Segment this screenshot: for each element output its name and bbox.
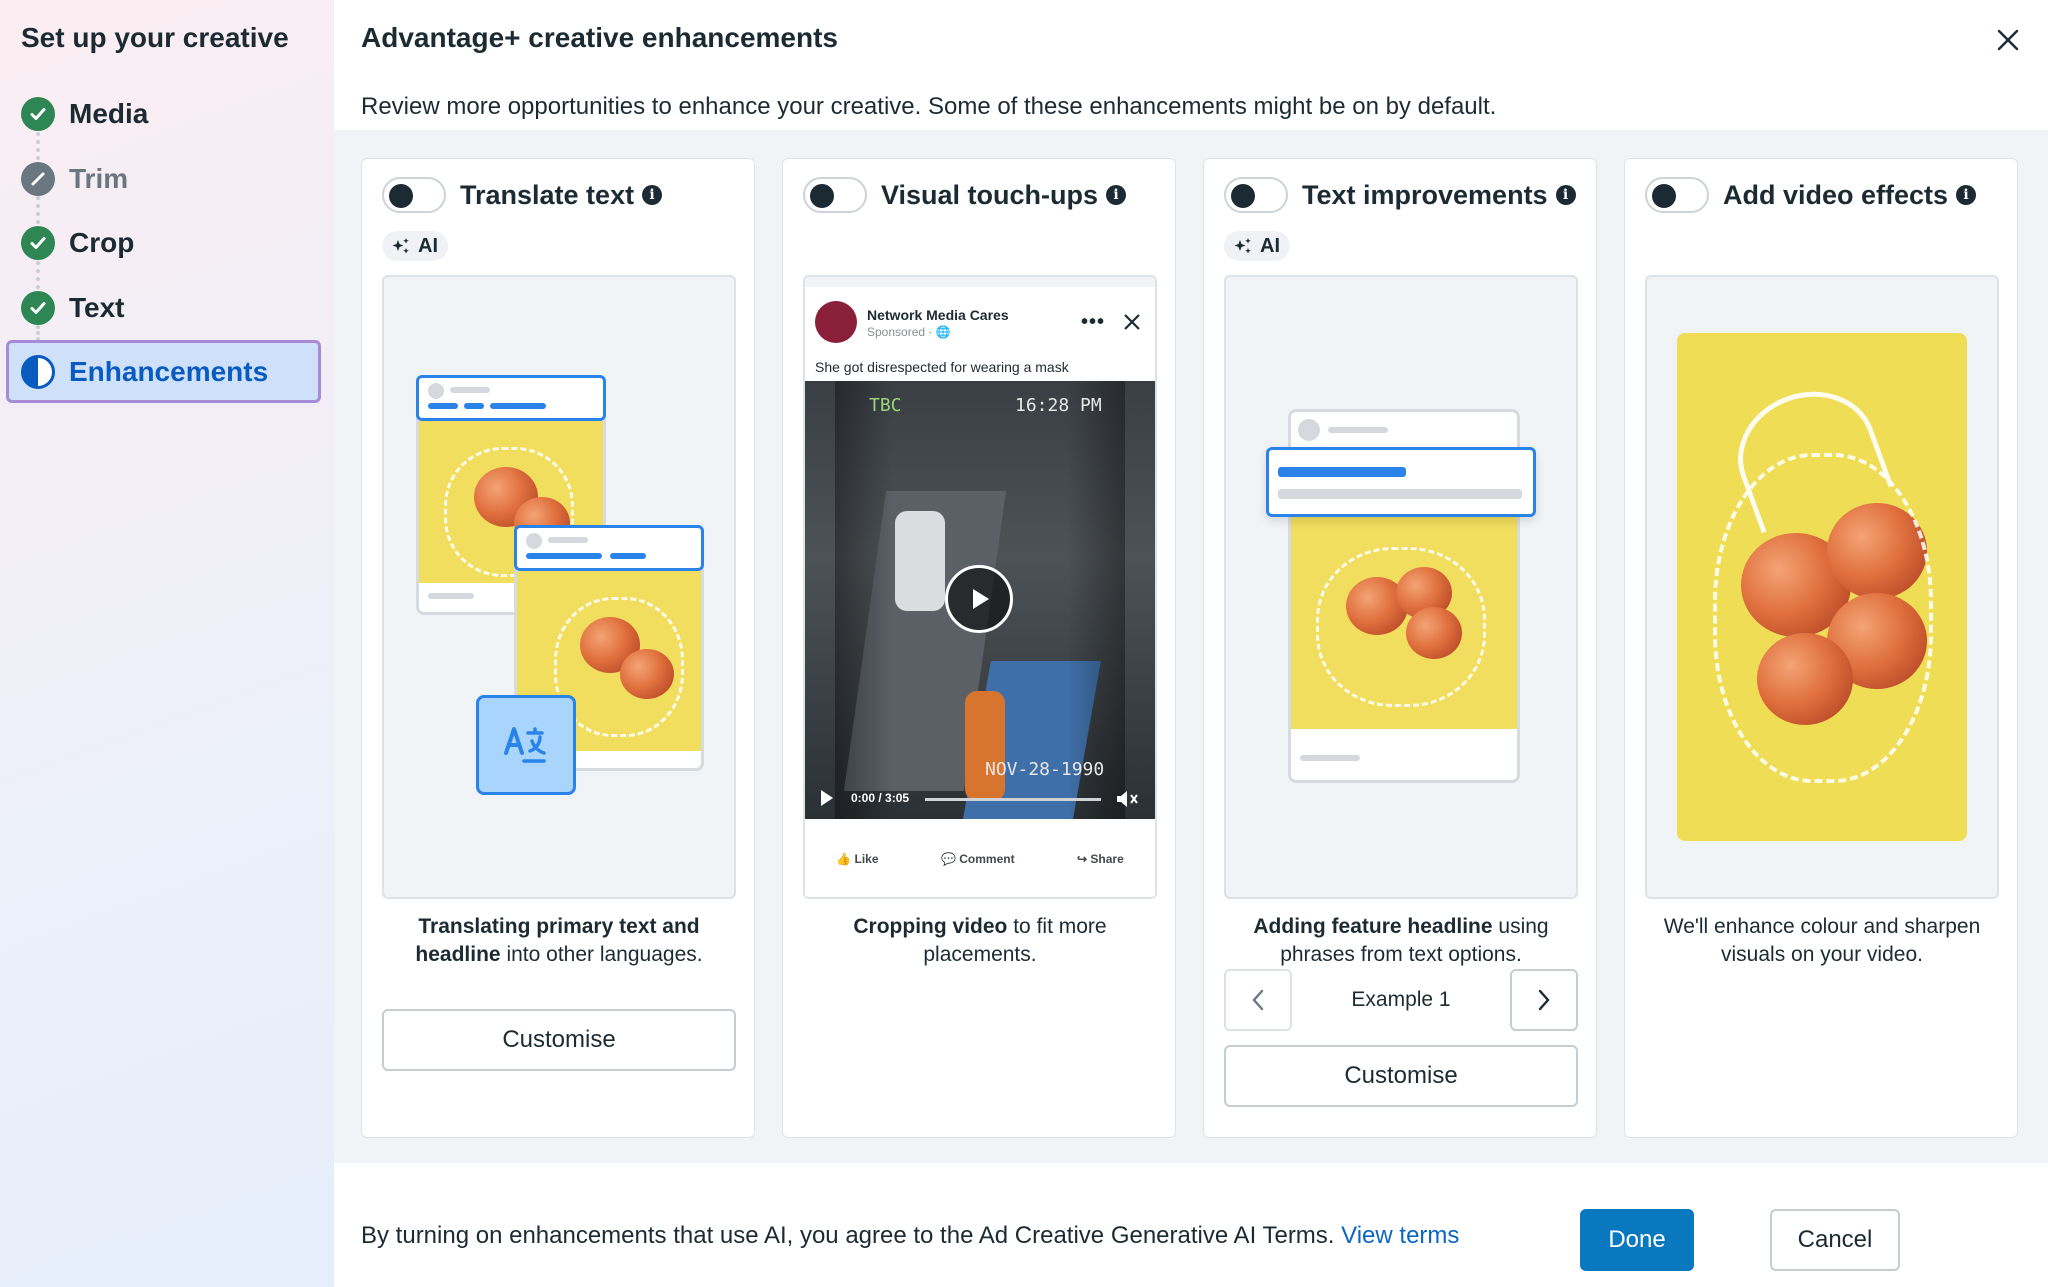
info-icon[interactable]: i: [642, 185, 663, 205]
step-connector: [36, 132, 40, 160]
sidebar-step-crop[interactable]: Crop: [21, 223, 134, 263]
step-connector: [36, 196, 40, 224]
text-improvement-illustration: [1224, 275, 1578, 899]
card-title: Text improvements: [1302, 179, 1548, 210]
card-add-video-effects: Add video effects i We'll enhance colour…: [1624, 158, 2018, 1138]
card-translate-text: Translate text i AI Translating primary …: [361, 158, 755, 1138]
video-effects-toggle[interactable]: [1645, 177, 1709, 213]
page-subtitle: Review more opportunities to enhance you…: [361, 93, 1497, 120]
sparkle-icon: [1234, 238, 1251, 254]
cancel-button[interactable]: Cancel: [1770, 1209, 1900, 1271]
main-panel: Advantage+ creative enhancements Review …: [334, 0, 2048, 1287]
card-title: Add video effects: [1723, 179, 1949, 210]
sidebar-step-label: Enhancements: [69, 356, 269, 387]
sidebar-step-trim[interactable]: Trim: [21, 159, 128, 199]
card-text-improvements: Text improvements i AI Adding feature he…: [1203, 158, 1597, 1138]
video-overlay-label: TBC: [869, 395, 902, 416]
checkmark-icon: [21, 97, 55, 131]
sidebar-step-label: Crop: [69, 227, 135, 258]
like-button[interactable]: 👍 Like: [836, 852, 878, 866]
sidebar-step-label: Media: [69, 98, 149, 129]
close-icon[interactable]: [1123, 313, 1141, 331]
checkmark-icon: [21, 226, 55, 260]
ad-actions: 👍 Like 💬 Comment ↪ Share: [805, 819, 1155, 897]
play-button[interactable]: [945, 565, 1013, 633]
previous-example-button[interactable]: [1224, 969, 1292, 1031]
example-label: Example 1: [1351, 988, 1451, 1011]
sidebar-step-media[interactable]: Media: [21, 94, 148, 134]
checkmark-icon: [21, 291, 55, 325]
page-name: Network Media Cares: [867, 307, 1009, 323]
more-icon[interactable]: •••: [1081, 311, 1105, 334]
translate-icon: [476, 695, 576, 795]
info-icon[interactable]: i: [1956, 185, 1977, 205]
chevron-right-icon: [1538, 989, 1550, 1011]
video-progress[interactable]: [925, 798, 1101, 801]
share-button[interactable]: ↪ Share: [1077, 852, 1124, 866]
step-connector: [36, 261, 40, 289]
example-pager: Example 1: [1224, 969, 1578, 1031]
next-example-button[interactable]: [1510, 969, 1578, 1031]
chevron-left-icon: [1252, 989, 1264, 1011]
text-improvements-toggle[interactable]: [1224, 177, 1288, 213]
ai-badge-label: AI: [1260, 234, 1280, 257]
enhancement-cards: Translate text i AI Translating primary …: [334, 130, 2048, 1163]
card-description: Cropping video to fit more placements.: [853, 915, 1107, 966]
translate-illustration: [382, 275, 736, 899]
ad-caption: She got disrespected for wearing a mask: [815, 359, 1069, 375]
ai-badge: AI: [1224, 231, 1290, 261]
comment-button[interactable]: 💬 Comment: [941, 852, 1015, 866]
card-title: Visual touch-ups: [881, 179, 1099, 210]
sidebar-title: Set up your creative: [21, 22, 289, 53]
customise-button[interactable]: Customise: [1224, 1045, 1578, 1107]
avatar: [815, 301, 857, 343]
play-icon: [973, 589, 989, 609]
mute-icon[interactable]: [1115, 789, 1139, 809]
video-time: 0:00 / 3:05: [851, 791, 910, 805]
sidebar-step-label: Text: [69, 292, 125, 323]
sparkle-icon: [392, 238, 409, 254]
card-visual-touch-ups: Visual touch-ups i Network Media Cares S…: [782, 158, 1176, 1138]
done-button[interactable]: Done: [1580, 1209, 1694, 1271]
card-title: Translate text: [460, 179, 635, 210]
video-overlay-date: NOV-28-1990: [985, 759, 1105, 780]
ai-badge: AI: [382, 231, 448, 261]
video-player[interactable]: TBC 16:28 PM NOV-28-1990 0:00 / 3:05: [805, 381, 1155, 841]
info-icon[interactable]: i: [1106, 185, 1127, 205]
ad-preview: Network Media Cares Sponsored · 🌐 ••• Sh…: [803, 275, 1157, 899]
play-small-icon[interactable]: [819, 789, 835, 807]
ad-header: Network Media Cares Sponsored · 🌐 ••• Sh…: [805, 287, 1155, 391]
visual-touch-ups-toggle[interactable]: [803, 177, 867, 213]
sidebar-step-enhancements[interactable]: Enhancements: [6, 340, 321, 403]
sponsored-label: Sponsored · 🌐: [867, 325, 951, 339]
customise-button[interactable]: Customise: [382, 1009, 736, 1071]
ai-badge-label: AI: [418, 234, 438, 257]
sidebar-step-text[interactable]: Text: [21, 288, 125, 328]
half-circle-icon: [21, 355, 55, 389]
video-effects-illustration: [1645, 275, 1999, 899]
card-description: We'll enhance colour and sharpen visuals…: [1663, 915, 1981, 966]
ai-terms-notice: By turning on enhancements that use AI, …: [361, 1222, 1460, 1249]
sidebar-step-label: Trim: [69, 163, 129, 194]
view-terms-link[interactable]: View terms: [1341, 1222, 1459, 1249]
page-title: Advantage+ creative enhancements: [361, 22, 838, 53]
sidebar: Set up your creative Media Trim Crop Tex…: [0, 0, 334, 1287]
skipped-icon: [21, 162, 55, 196]
translate-text-toggle[interactable]: [382, 177, 446, 213]
card-description: Adding feature headline using phrases fr…: [1253, 915, 1549, 966]
card-description: Translating primary text and headline in…: [415, 915, 703, 966]
info-icon[interactable]: i: [1555, 185, 1576, 205]
close-button[interactable]: [1990, 22, 2026, 58]
close-icon: [1997, 29, 2019, 51]
video-overlay-time: 16:28 PM: [1015, 395, 1102, 416]
